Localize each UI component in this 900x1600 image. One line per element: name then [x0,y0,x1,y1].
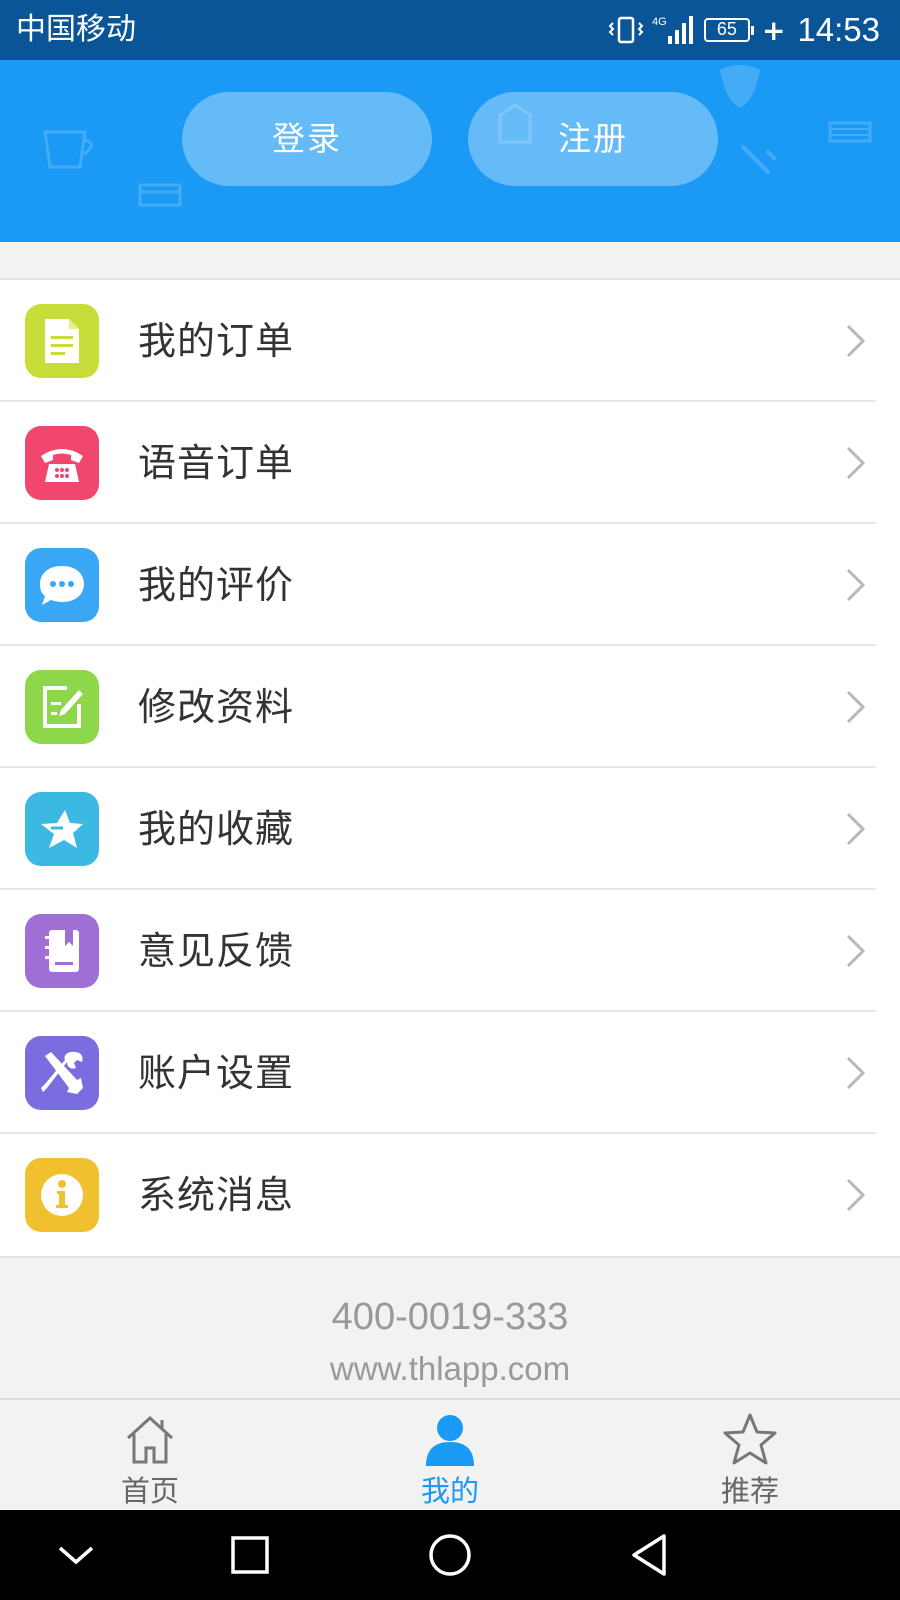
decor-leaf-icon [741,145,776,174]
chevron-right-icon [846,812,866,846]
login-button[interactable]: 登录 [182,92,432,186]
chevron-right-icon [846,446,866,480]
tools-icon [25,1036,99,1110]
menu-item-account-settings[interactable]: 账户设置 [0,1012,900,1134]
decor-strawberry-icon [720,65,760,108]
menu-item-label: 意见反馈 [138,929,295,973]
tab-home[interactable]: 首页 [50,1400,250,1512]
menu-item-feedback[interactable]: 意见反馈 [0,890,900,1012]
carrier-name: 中国移动 [16,12,136,47]
person-icon [426,1415,474,1466]
status-icons: 4G 65 + 14:53 [608,10,880,50]
notebook-icon [25,914,99,988]
menu-item-label: 系统消息 [138,1173,295,1217]
edit-icon [25,670,99,744]
telephone-icon [25,426,99,500]
home-circle-icon[interactable] [427,1530,473,1580]
charging-icon: + [761,13,786,47]
menu-item-label: 修改资料 [138,685,295,729]
battery-icon: 65 [703,18,754,42]
info-icon [25,1158,99,1232]
document-icon [25,304,99,378]
menu-item-my-reviews[interactable]: 我的评价 [0,524,900,646]
star-outline-icon [723,1413,777,1465]
menu-item-edit-profile[interactable]: 修改资料 [0,646,900,768]
menu-item-label: 我的评价 [138,563,295,607]
tab-label: 推荐 [720,1474,779,1508]
status-bar: 中国移动 4G 65 + 14:53 [0,0,900,60]
chevron-right-icon [846,324,866,358]
menu-item-my-favorites[interactable]: 我的收藏 [0,768,900,890]
decor-cake-icon [138,183,182,207]
chevron-right-icon [846,1056,866,1090]
menu-item-label: 我的收藏 [138,807,295,851]
system-nav-bar [0,1510,900,1600]
service-phone[interactable]: 400-0019-333 [0,1296,900,1339]
vibrate-icon [608,16,644,44]
tab-recommend[interactable]: 推荐 [650,1400,850,1512]
menu-item-system-messages[interactable]: 系统消息 [0,1134,900,1256]
menu-item-voice-orders[interactable]: 语音订单 [0,402,900,524]
back-triangle-icon[interactable] [628,1530,672,1580]
profile-header: 登录 注册 [0,60,900,242]
menu-list: 我的订单 语音订单 我的评价 修改资料 我的收藏 意见反馈 账户设置 系统消息 [0,278,900,1258]
register-button[interactable]: 注册 [468,92,718,186]
svg-text:4G: 4G [652,16,667,28]
tab-mine[interactable]: 我的 [350,1400,550,1512]
tab-bar: 首页 我的 推荐 [0,1398,900,1510]
chat-bubble-icon [25,548,99,622]
chevron-down-icon[interactable] [54,1530,98,1580]
decor-cup-icon [43,130,93,169]
menu-item-label: 账户设置 [138,1051,295,1095]
menu-item-my-orders[interactable]: 我的订单 [0,280,900,402]
home-icon [126,1415,174,1464]
chevron-right-icon [846,1178,866,1212]
signal-icon: 4G [652,16,693,44]
website-link[interactable]: www.thlapp.com [0,1350,900,1388]
tab-label: 我的 [420,1474,479,1508]
menu-item-label: 我的订单 [138,319,295,363]
menu-item-label: 语音订单 [138,441,295,485]
star-icon [25,792,99,866]
decor-cake-icon [828,121,872,143]
recent-apps-icon[interactable] [228,1530,272,1580]
clock: 14:53 [797,11,880,48]
chevron-right-icon [846,568,866,602]
tab-label: 首页 [120,1474,179,1508]
chevron-right-icon [846,934,866,968]
chevron-right-icon [846,690,866,724]
